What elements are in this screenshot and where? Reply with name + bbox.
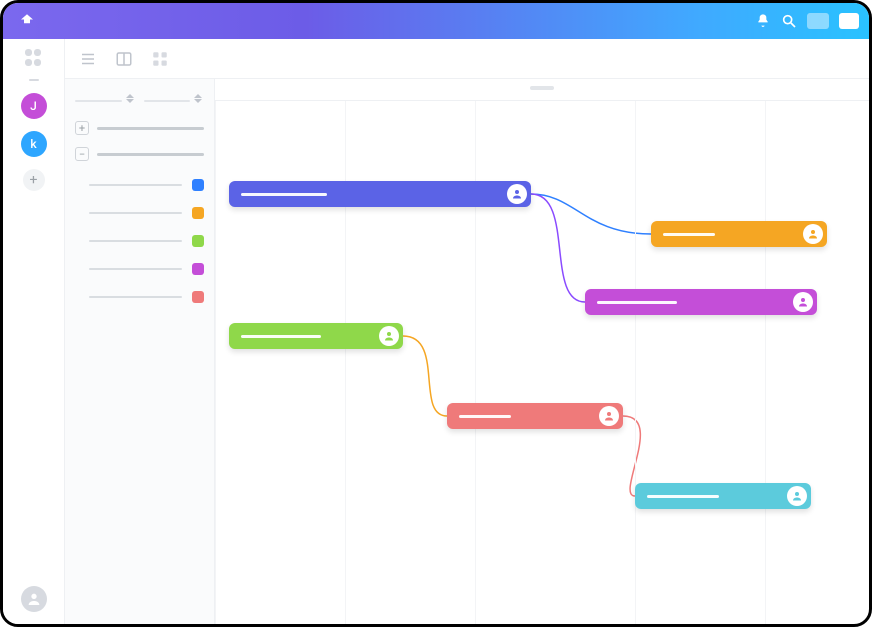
gantt-bar[interactable] [229,181,531,207]
apps-icon[interactable] [25,49,43,67]
assignee-icon[interactable] [599,406,619,426]
gantt-bar[interactable] [651,221,827,247]
task-sidebar: + − [65,79,215,624]
task-group-2: − [75,147,204,311]
task-title [241,193,327,196]
gantt-bar[interactable] [635,483,811,509]
workspace-avatar-k[interactable]: k [21,131,47,157]
task-item[interactable] [75,199,204,227]
assignee-icon[interactable] [803,224,823,244]
status-swatch [192,291,204,303]
timeline-column [345,101,346,624]
add-workspace-button[interactable]: + [23,169,45,191]
topbar-button[interactable] [839,13,859,29]
sort-field-1[interactable] [75,95,136,107]
timeline-ruler[interactable] [215,79,869,101]
board-view-icon[interactable] [115,50,133,68]
bell-icon[interactable] [755,13,771,29]
task-title [241,335,321,338]
group-1-title [97,127,204,130]
expand-group-1-icon[interactable]: + [75,121,89,135]
task-item[interactable] [75,227,204,255]
view-switcher [65,39,869,79]
task-title [647,495,719,498]
task-item[interactable] [75,255,204,283]
task-item[interactable] [75,283,204,311]
assignee-icon[interactable] [787,486,807,506]
app-logo[interactable] [17,11,37,31]
assignee-icon[interactable] [793,292,813,312]
status-swatch [192,235,204,247]
task-group-1: + [75,121,204,135]
status-swatch [192,179,204,191]
gantt-bar[interactable] [447,403,623,429]
timeline-column [475,101,476,624]
group-2-title [97,153,204,156]
sort-field-2[interactable] [144,95,205,107]
task-title [663,233,715,236]
ruler-grip-icon[interactable] [530,86,554,90]
search-icon[interactable] [781,13,797,29]
gantt-canvas[interactable] [215,79,869,624]
task-title [459,415,511,418]
sort-controls[interactable] [75,95,204,107]
list-view-icon[interactable] [79,50,97,68]
gantt-bar[interactable] [229,323,403,349]
topbar-pill[interactable] [807,13,829,29]
workspace-avatar-j[interactable]: J [21,93,47,119]
timeline-column [635,101,636,624]
profile-icon[interactable] [21,586,47,612]
collapse-group-2-icon[interactable]: − [75,147,89,161]
status-swatch [192,207,204,219]
task-title [597,301,677,304]
topbar [3,3,869,39]
left-rail: J k + [3,39,65,624]
rail-divider [29,79,39,81]
dependency-links [215,101,869,624]
status-swatch [192,263,204,275]
timeline-column [765,101,766,624]
timeline-column [215,101,216,624]
task-item[interactable] [75,171,204,199]
grid-view-icon[interactable] [151,50,169,68]
gantt-bar[interactable] [585,289,817,315]
assignee-icon[interactable] [507,184,527,204]
assignee-icon[interactable] [379,326,399,346]
